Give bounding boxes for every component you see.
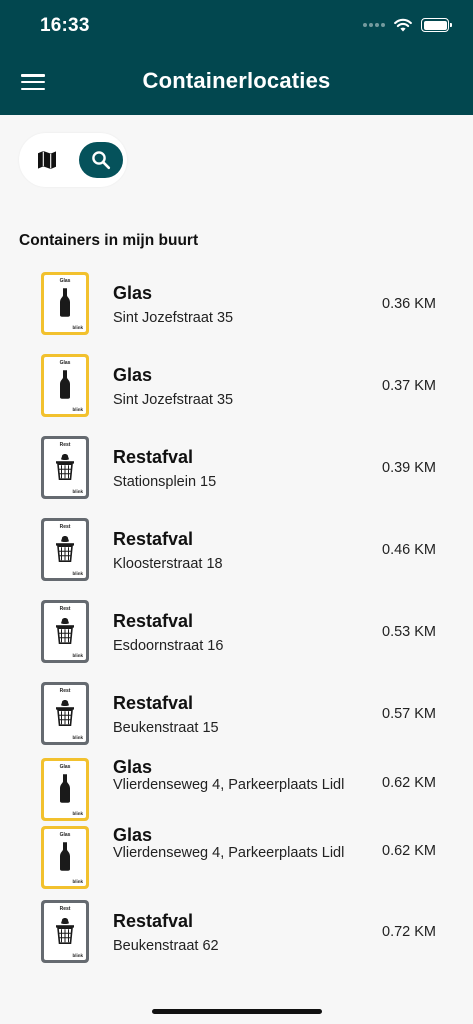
container-item[interactable]: Glas blink Glas Vlierdenseweg 4, Parkeer… <box>0 754 473 821</box>
search-view-button[interactable] <box>79 142 123 178</box>
waste-bin-icon <box>53 915 77 950</box>
container-name: Glas <box>113 365 153 385</box>
badge-brand: blink <box>72 811 83 816</box>
glass-bottle-icon <box>58 773 72 808</box>
status-icons <box>363 14 452 36</box>
map-view-button[interactable] <box>33 145 61 175</box>
waste-bin-icon <box>53 697 77 732</box>
page-title: Containerlocaties <box>142 68 331 93</box>
container-name: Glas <box>113 825 153 845</box>
badge-label: Rest <box>59 442 71 448</box>
view-toggle <box>19 133 127 187</box>
container-distance: 0.53 KM <box>382 624 436 640</box>
badge-label: Rest <box>59 606 71 612</box>
app-bar: 16:33 Containerlocaties <box>0 0 473 115</box>
container-name: Glas <box>113 283 153 303</box>
waste-bin-icon <box>53 615 77 650</box>
container-badge: Rest blink <box>41 518 89 581</box>
container-distance: 0.62 KM <box>382 775 436 791</box>
badge-brand: blink <box>72 571 83 576</box>
container-distance: 0.57 KM <box>382 706 436 722</box>
container-distance: 0.46 KM <box>382 542 436 558</box>
container-item[interactable]: Rest blink Restafval Kloosterstraat 18 0… <box>0 508 473 588</box>
glass-bottle-icon <box>58 287 72 322</box>
badge-label: Rest <box>59 906 71 912</box>
waste-bin-icon <box>53 533 77 568</box>
badge-brand: blink <box>72 325 83 330</box>
badge-brand: blink <box>72 407 83 412</box>
container-badge: Glas blink <box>41 272 89 335</box>
container-name: Restafval <box>113 911 194 931</box>
container-address: Kloosterstraat 18 <box>113 556 223 572</box>
badge-label: Glas <box>59 764 71 770</box>
container-address: Vlierdenseweg 4, Parkeerplaats Lidl <box>113 845 345 861</box>
status-time: 16:33 <box>40 15 90 36</box>
container-name: Restafval <box>113 447 194 467</box>
badge-label: Rest <box>59 524 71 530</box>
container-item[interactable]: Rest blink Restafval Stationsplein 15 0.… <box>0 426 473 506</box>
container-name: Restafval <box>113 611 194 631</box>
container-distance: 0.39 KM <box>382 460 436 476</box>
waste-bin-icon <box>53 451 77 486</box>
cellular-signal-icon <box>363 23 385 27</box>
container-item[interactable]: Rest blink Restafval Esdoornstraat 16 0.… <box>0 590 473 670</box>
container-name: Restafval <box>113 693 194 713</box>
container-badge: Glas blink <box>41 758 89 821</box>
container-item[interactable]: Rest blink Restafval Beukenstraat 62 0.7… <box>0 890 473 970</box>
container-name: Restafval <box>113 529 194 549</box>
badge-brand: blink <box>72 735 83 740</box>
container-name: Glas <box>113 757 153 777</box>
badge-label: Glas <box>59 360 71 366</box>
container-distance: 0.72 KM <box>382 924 436 940</box>
container-distance: 0.36 KM <box>382 296 436 312</box>
badge-brand: blink <box>72 953 83 958</box>
search-icon <box>92 151 111 170</box>
container-distance: 0.62 KM <box>382 843 436 859</box>
battery-icon <box>421 18 452 32</box>
container-address: Sint Jozefstraat 35 <box>113 310 234 326</box>
container-badge: Glas blink <box>41 826 89 889</box>
container-badge: Glas blink <box>41 354 89 417</box>
container-item[interactable]: Glas blink Glas Sint Jozefstraat 35 0.37… <box>0 344 473 424</box>
container-badge: Rest blink <box>41 682 89 745</box>
container-badge: Rest blink <box>41 900 89 963</box>
badge-label: Glas <box>59 278 71 284</box>
container-address: Beukenstraat 62 <box>113 938 219 954</box>
container-address: Beukenstraat 15 <box>113 720 219 736</box>
container-address: Sint Jozefstraat 35 <box>113 392 234 408</box>
container-item[interactable]: Glas blink Glas Sint Jozefstraat 35 0.36… <box>0 262 473 342</box>
section-title: Containers in mijn buurt <box>19 232 199 249</box>
badge-brand: blink <box>72 879 83 884</box>
container-address: Vlierdenseweg 4, Parkeerplaats Lidl <box>113 777 345 793</box>
container-badge: Rest blink <box>41 436 89 499</box>
badge-label: Rest <box>59 688 71 694</box>
container-address: Esdoornstraat 16 <box>113 638 224 654</box>
container-item[interactable]: Rest blink Restafval Beukenstraat 15 0.5… <box>0 672 473 752</box>
container-item[interactable]: Glas blink Glas Vlierdenseweg 4, Parkeer… <box>0 822 473 889</box>
badge-brand: blink <box>72 653 83 658</box>
home-indicator <box>152 1009 322 1014</box>
glass-bottle-icon <box>58 369 72 404</box>
map-icon <box>38 151 56 169</box>
container-badge: Rest blink <box>41 600 89 663</box>
container-address: Stationsplein 15 <box>113 474 217 490</box>
badge-brand: blink <box>72 489 83 494</box>
glass-bottle-icon <box>58 841 72 876</box>
wifi-icon <box>394 18 412 32</box>
badge-label: Glas <box>59 832 71 838</box>
container-distance: 0.37 KM <box>382 378 436 394</box>
